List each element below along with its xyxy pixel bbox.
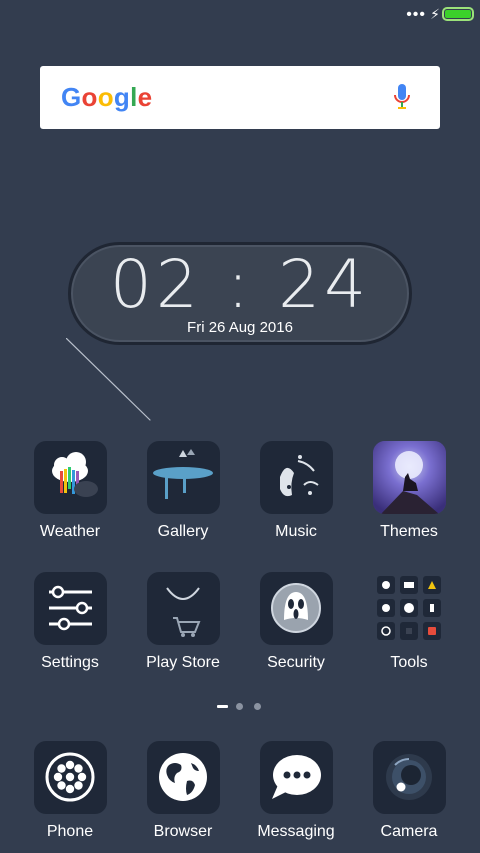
page-dot-active [217,705,228,708]
clock-widget[interactable]: 02 : 24 Fri 26 Aug 2016 [68,242,412,345]
app-label: Camera [380,823,438,840]
app-phone[interactable]: Phone [20,741,120,841]
app-label: Play Store [146,654,220,671]
themes-icon[interactable] [372,441,446,514]
status-bar: ••• ⚡ [0,0,480,28]
tools-icon[interactable] [373,572,446,645]
app-label: Browser [153,823,213,840]
mic-icon[interactable] [392,82,412,112]
google-search-bar[interactable]: Google [40,66,440,129]
app-tools[interactable]: Tools [359,572,459,672]
app-camera[interactable]: Camera [359,741,459,841]
security-icon[interactable] [259,572,333,645]
messaging-icon[interactable] [259,741,333,814]
play-store-icon[interactable] [146,572,220,645]
app-themes[interactable]: Themes [359,441,459,541]
app-security[interactable]: Security [246,572,346,672]
app-play-store[interactable]: Play Store [133,572,233,672]
google-logo: Google [61,82,153,112]
camera-icon[interactable] [372,741,446,814]
clock-time: 02 : 24 [109,246,371,323]
app-label: Messaging [257,823,335,840]
battery-icon [442,7,474,21]
app-music[interactable]: Music [246,441,346,541]
app-label: Weather [39,523,101,540]
battery-level [445,10,471,18]
decorative-swoosh [66,338,151,421]
charging-icon: ⚡ [430,6,440,22]
phone-icon[interactable] [33,741,107,814]
app-label: Settings [41,654,99,671]
app-label: Phone [46,823,94,840]
gallery-icon[interactable] [146,441,220,514]
app-label: Gallery [157,523,209,540]
app-settings[interactable]: Settings [20,572,120,672]
settings-icon[interactable] [33,572,107,645]
app-weather[interactable]: Weather [20,441,120,541]
page-dot[interactable] [236,703,243,710]
clock-date: Fri 26 Aug 2016 [187,319,293,336]
page-indicator [0,703,480,711]
app-label: Music [275,523,317,540]
music-icon[interactable] [259,441,333,514]
weather-icon[interactable] [33,441,107,514]
app-label: Security [267,654,325,671]
notification-dots: ••• [406,6,426,23]
browser-icon[interactable] [146,741,220,814]
app-messaging[interactable]: Messaging [246,741,346,841]
home-screen: ••• ⚡ Google 02 : 24 Fri 26 Aug 2016 Wea… [0,0,480,853]
app-gallery[interactable]: Gallery [133,441,233,541]
app-browser[interactable]: Browser [133,741,233,841]
app-label: Themes [380,523,438,540]
page-dot[interactable] [254,703,261,710]
app-label: Tools [390,654,428,671]
